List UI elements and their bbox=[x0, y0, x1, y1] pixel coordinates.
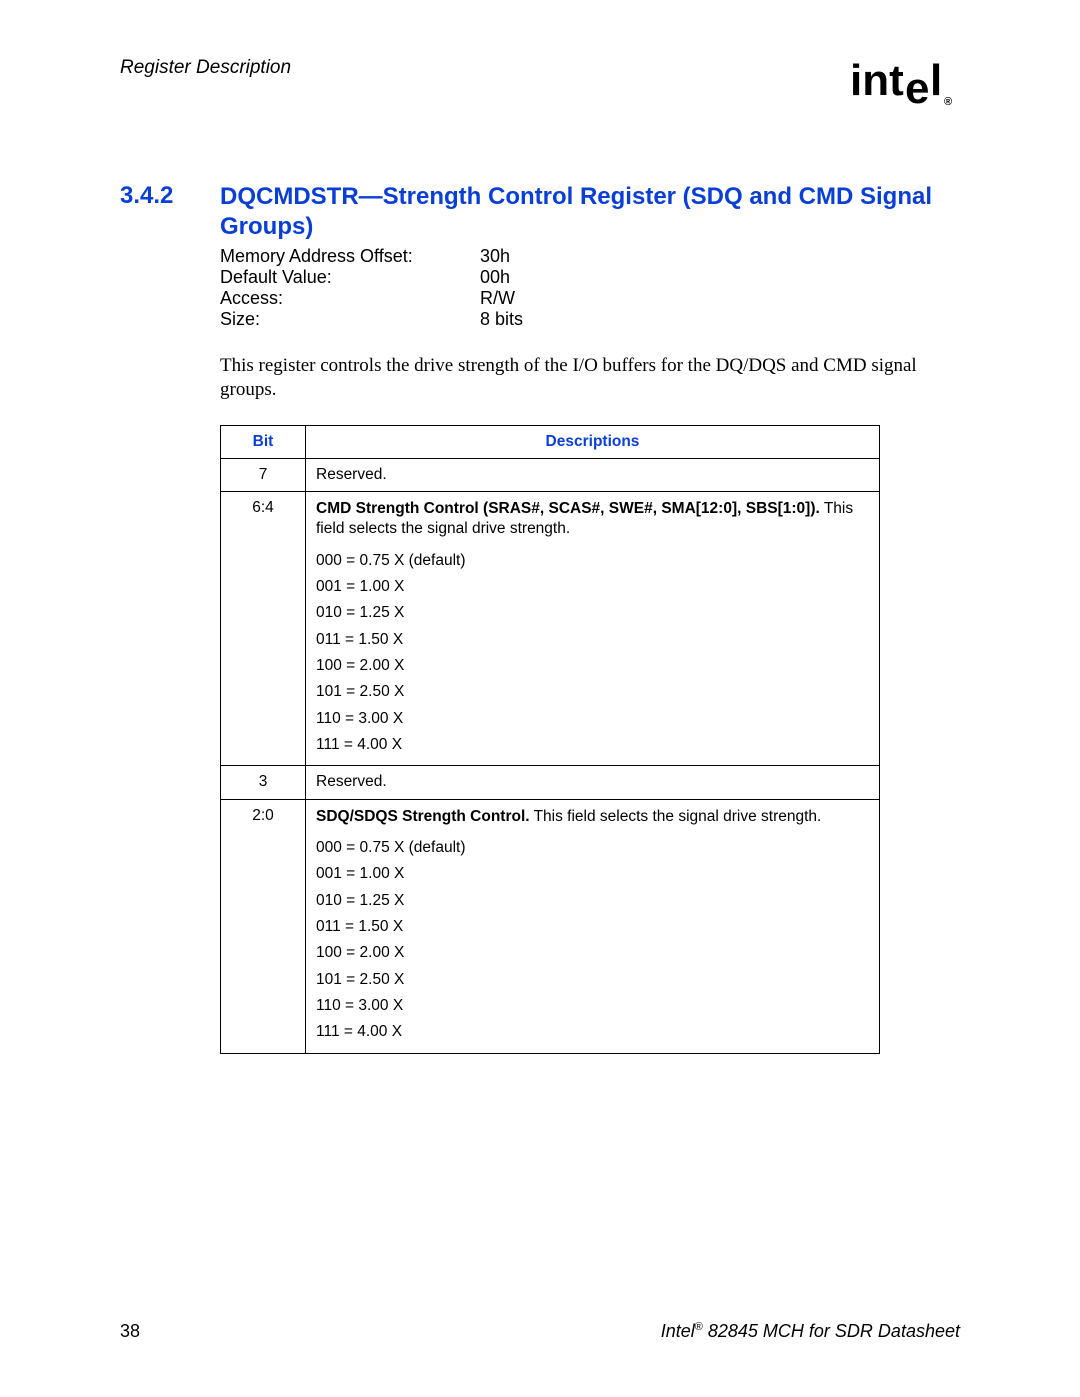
value-line: 110 = 3.00 X bbox=[316, 706, 869, 732]
svg-text:e: e bbox=[905, 64, 929, 110]
value-line: 010 = 1.25 X bbox=[316, 600, 869, 626]
desc-cell: Reserved. bbox=[306, 458, 880, 492]
value-line: 101 = 2.50 X bbox=[316, 967, 869, 993]
svg-text:®: ® bbox=[944, 96, 952, 108]
value-line: 001 = 1.00 X bbox=[316, 574, 869, 600]
info-label: Size: bbox=[220, 309, 480, 330]
value-line: 011 = 1.50 X bbox=[316, 627, 869, 653]
table-header-bit: Bit bbox=[221, 425, 306, 458]
page: Register Description int e l ® 3.4.2 DQC… bbox=[0, 0, 1080, 1397]
info-row: Size: 8 bits bbox=[220, 309, 960, 330]
section-number: 3.4.2 bbox=[120, 182, 220, 210]
value-line: 010 = 1.25 X bbox=[316, 888, 869, 914]
bit-cell: 3 bbox=[221, 766, 306, 800]
value-line: 000 = 0.75 X (default) bbox=[316, 548, 869, 574]
chapter-title: Register Description bbox=[120, 55, 291, 79]
desc-cell: SDQ/SDQS Strength Control. This field se… bbox=[306, 799, 880, 1053]
field-name: CMD Strength Control (SRAS#, SCAS#, SWE#… bbox=[316, 500, 820, 517]
intel-logo: int e l ® bbox=[850, 55, 960, 110]
section-heading: 3.4.2 DQCMDSTR—Strength Control Register… bbox=[120, 182, 960, 242]
doc-suffix: 82845 MCH for SDR Datasheet bbox=[703, 1321, 960, 1341]
info-label: Memory Address Offset: bbox=[220, 246, 480, 267]
table-row: 7Reserved. bbox=[221, 458, 880, 492]
doc-prefix: Intel bbox=[661, 1321, 695, 1341]
info-row: Access: R/W bbox=[220, 288, 960, 309]
value-line: 000 = 0.75 X (default) bbox=[316, 835, 869, 861]
section-title: DQCMDSTR—Strength Control Register (SDQ … bbox=[220, 182, 960, 242]
bit-cell: 7 bbox=[221, 458, 306, 492]
field-name: SDQ/SDQS Strength Control. bbox=[316, 808, 530, 825]
table-header-desc: Descriptions bbox=[306, 425, 880, 458]
info-value: 30h bbox=[480, 246, 510, 267]
svg-text:int: int bbox=[850, 56, 904, 105]
value-line: 001 = 1.00 X bbox=[316, 861, 869, 887]
registered-symbol: ® bbox=[695, 1321, 703, 1333]
value-line: 110 = 3.00 X bbox=[316, 993, 869, 1019]
table-row: 6:4 CMD Strength Control (SRAS#, SCAS#, S… bbox=[221, 492, 880, 766]
table-row: 3Reserved. bbox=[221, 766, 880, 800]
field-text: This field selects the signal drive stre… bbox=[530, 808, 822, 825]
value-line: 100 = 2.00 X bbox=[316, 940, 869, 966]
info-label: Default Value: bbox=[220, 267, 480, 288]
desc-cell: CMD Strength Control (SRAS#, SCAS#, SWE#… bbox=[306, 492, 880, 766]
table-row: 2:0SDQ/SDQS Strength Control. This field… bbox=[221, 799, 880, 1053]
value-line: 011 = 1.50 X bbox=[316, 914, 869, 940]
info-row: Memory Address Offset: 30h bbox=[220, 246, 960, 267]
desc-cell: Reserved. bbox=[306, 766, 880, 800]
value-line: 111 = 4.00 X bbox=[316, 732, 869, 758]
info-row: Default Value: 00h bbox=[220, 267, 960, 288]
register-description: This register controls the drive strengt… bbox=[220, 354, 940, 403]
bit-cell: 6:4 bbox=[221, 492, 306, 766]
page-number: 38 bbox=[120, 1321, 140, 1342]
info-value: 8 bits bbox=[480, 309, 523, 330]
bit-cell: 2:0 bbox=[221, 799, 306, 1053]
svg-text:l: l bbox=[930, 56, 942, 105]
page-header: Register Description int e l ® bbox=[120, 55, 960, 110]
value-line: 111 = 4.00 X bbox=[316, 1019, 869, 1045]
value-line: 100 = 2.00 X bbox=[316, 653, 869, 679]
info-label: Access: bbox=[220, 288, 480, 309]
register-info: Memory Address Offset: 30h Default Value… bbox=[220, 246, 960, 330]
value-line: 101 = 2.50 X bbox=[316, 679, 869, 705]
bit-description-table: Bit Descriptions 7Reserved.6:4CMD Streng… bbox=[220, 425, 880, 1054]
page-footer: 38 Intel® 82845 MCH for SDR Datasheet bbox=[120, 1321, 960, 1342]
doc-title: Intel® 82845 MCH for SDR Datasheet bbox=[661, 1321, 960, 1342]
info-value: R/W bbox=[480, 288, 515, 309]
info-value: 00h bbox=[480, 267, 510, 288]
